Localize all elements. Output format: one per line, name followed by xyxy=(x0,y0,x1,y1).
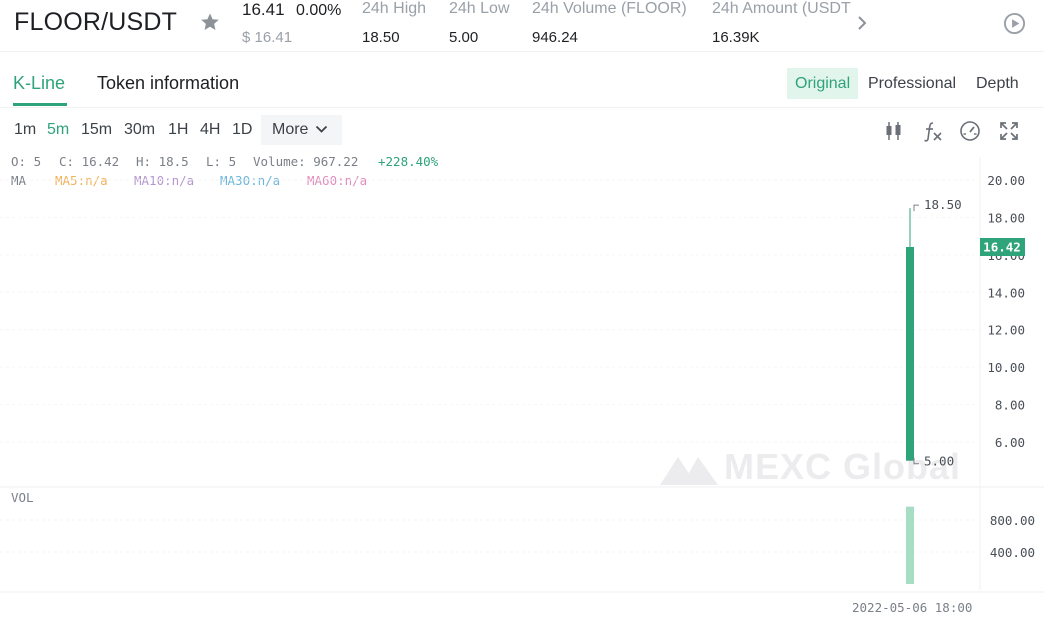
chart-tabs-row: K-Line Token information Original Profes… xyxy=(0,58,1044,108)
gauge-icon[interactable] xyxy=(959,120,981,142)
last-price-tag-label: 16.42 xyxy=(983,239,1021,254)
tab-token-information[interactable]: Token information xyxy=(97,73,239,94)
interval-5m[interactable]: 5m xyxy=(47,121,69,139)
ticker-bar: FLOOR/USDT 16.41 0.00% $ 16.41 24h High … xyxy=(0,0,1044,52)
volume-bar xyxy=(906,506,914,584)
high-marker-arrow xyxy=(913,204,919,212)
stat-amount-value: 16.39K xyxy=(712,29,760,46)
price-tick-label: 8.00 xyxy=(995,398,1025,413)
interval-30m[interactable]: 30m xyxy=(124,121,155,139)
price-change: 0.00% xyxy=(296,2,342,19)
low-marker-label: 5.00 xyxy=(924,454,954,469)
stat-volume-value: 946.24 xyxy=(532,29,578,46)
more-label: More xyxy=(272,121,309,138)
price-tick-label: 20.00 xyxy=(987,173,1025,188)
stat-high-value: 18.50 xyxy=(362,29,400,46)
chevron-right-icon[interactable] xyxy=(855,14,869,32)
tab-active-underline xyxy=(13,103,67,106)
fullscreen-icon[interactable] xyxy=(998,120,1020,142)
interval-4h[interactable]: 4H xyxy=(200,121,220,139)
price-tick-label: 12.00 xyxy=(987,323,1025,338)
price-tick-label: 18.00 xyxy=(987,210,1025,225)
tab-kline[interactable]: K-Line xyxy=(13,73,65,94)
price-tick-label: 14.00 xyxy=(987,285,1025,300)
interval-1d[interactable]: 1D xyxy=(232,121,252,139)
pair-name[interactable]: FLOOR/USDT xyxy=(14,8,177,37)
candle-body xyxy=(906,246,914,461)
low-marker-arrow xyxy=(913,457,919,465)
stat-volume-label: 24h Volume (FLOOR) xyxy=(532,0,687,17)
usd-price: $ 16.41 xyxy=(242,29,293,46)
kline-chart[interactable]: 20.0018.0016.0014.0012.0010.008.006.00 8… xyxy=(0,157,1044,597)
volume-pane-label: VOL xyxy=(11,490,34,505)
view-depth-button[interactable]: Depth xyxy=(968,68,1027,99)
chevron-down-icon xyxy=(315,125,328,133)
favorite-star-icon[interactable] xyxy=(200,12,220,32)
price-tick-label: 6.00 xyxy=(995,435,1025,450)
crosshair-time-label: 2022-05-06 18:00 xyxy=(852,600,973,615)
price-tick-label: 10.00 xyxy=(987,360,1025,375)
volume-tick-label: 400.00 xyxy=(990,545,1035,560)
view-professional-button[interactable]: Professional xyxy=(860,68,964,99)
stat-amount-label: 24h Amount (USDT xyxy=(712,0,851,17)
interval-1m[interactable]: 1m xyxy=(14,121,36,139)
stat-low-value: 5.00 xyxy=(449,29,479,46)
play-circle-icon[interactable] xyxy=(1003,12,1026,35)
candlestick-type-icon[interactable] xyxy=(883,120,905,142)
more-intervals-dropdown[interactable]: More xyxy=(261,115,342,145)
stat-low-label: 24h Low xyxy=(449,0,510,17)
interval-1h[interactable]: 1H xyxy=(168,121,188,139)
stat-high-label: 24h High xyxy=(362,0,427,17)
indicator-fx-icon[interactable] xyxy=(921,120,943,142)
interval-15m[interactable]: 15m xyxy=(81,121,112,139)
last-price: 16.41 xyxy=(242,0,285,19)
volume-tick-label: 800.00 xyxy=(990,513,1035,528)
view-original-button[interactable]: Original xyxy=(787,68,859,99)
high-marker-label: 18.50 xyxy=(924,197,962,212)
